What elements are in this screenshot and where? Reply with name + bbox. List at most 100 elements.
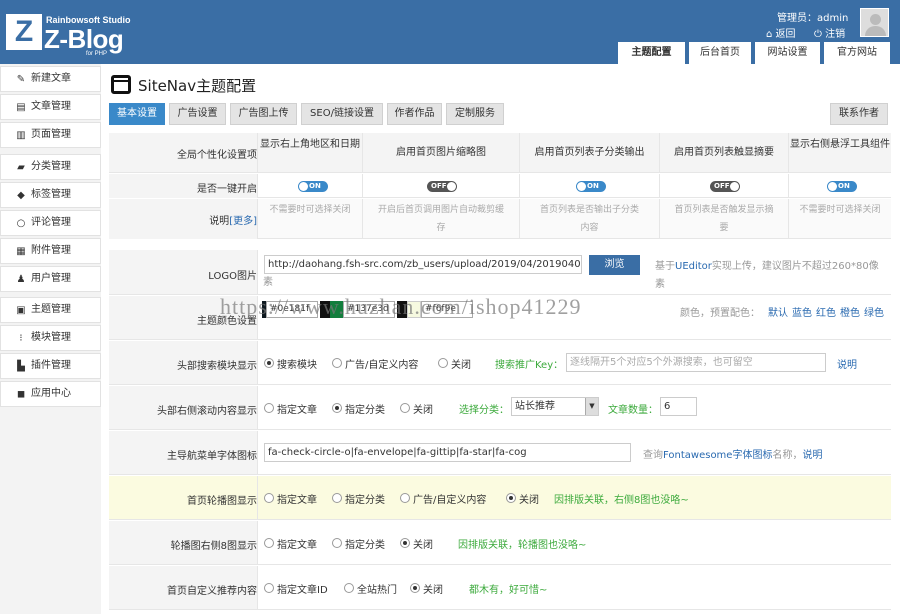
category-select[interactable]: 站长推荐 ▼: [511, 397, 599, 416]
search-key-input[interactable]: 逐线隔开5个对应5个外源搜索，也可留空: [566, 353, 826, 372]
sidebar-item-categories[interactable]: ▰ 分类管理: [0, 154, 101, 180]
toggle-switch[interactable]: OFF: [710, 181, 740, 192]
fontawesome-link[interactable]: Fontawesome字体图标: [663, 450, 772, 461]
count-input[interactable]: 6: [660, 397, 697, 416]
sidebar-label: 附件管理: [31, 245, 71, 256]
sidebar-item-new-post[interactable]: ✎ 新建文章: [0, 66, 101, 92]
radio-label: 关闭: [423, 585, 443, 596]
radio-ad-content[interactable]: [400, 493, 410, 503]
preset-blue[interactable]: 蓝色: [792, 304, 812, 319]
toggle-switch[interactable]: ON: [298, 181, 328, 192]
sidebar-label: 用户管理: [31, 273, 71, 284]
color-input-1[interactable]: #0e181f: [266, 301, 318, 318]
radio-off[interactable]: [400, 403, 410, 413]
logout-link[interactable]: ⏻ 注销: [814, 25, 845, 40]
preset-green[interactable]: 绿色: [864, 304, 884, 319]
radio-ad-content[interactable]: [332, 358, 342, 368]
ueditor-link[interactable]: UEditor: [675, 261, 712, 272]
radio-post[interactable]: [264, 538, 274, 548]
recommend-note: 都木有，好可惜~: [469, 585, 548, 596]
tab-custom[interactable]: 定制服务: [446, 103, 504, 125]
radio-search-module[interactable]: [264, 358, 274, 368]
contact-author-button[interactable]: 联系作者: [830, 103, 888, 125]
tab-ads[interactable]: 广告设置: [169, 103, 226, 125]
radio-off[interactable]: [438, 358, 448, 368]
logo-hint-tail: 素: [263, 277, 273, 288]
comment-icon: ○: [16, 218, 26, 229]
chevron-down-icon: ▼: [585, 398, 598, 415]
tab-works[interactable]: 作者作品: [387, 103, 442, 125]
sidebar-item-comments[interactable]: ○ 评论管理: [0, 210, 101, 236]
sidebar-label: 模块管理: [31, 332, 71, 343]
slider-row: 首页轮播图显示 指定文章 指定分类 广告/自定义内容 关闭 因排版关联，右侧8图…: [109, 476, 891, 520]
row-label: 全局个性化设置项: [177, 150, 257, 161]
scroll-row: 头部右侧滚动内容显示 指定文章 指定分类 关闭 选择分类： 站长推荐 ▼ 文章数量…: [109, 386, 891, 430]
tab-theme-config[interactable]: 主题配置: [618, 42, 685, 64]
radio-off[interactable]: [506, 493, 516, 503]
slider-label: 首页轮播图显示: [187, 496, 257, 507]
sidebar-label: 页面管理: [31, 129, 71, 140]
column-header: 显示右侧悬浮工具组件: [788, 133, 891, 173]
column-header: 启用首页列表触显摘要: [659, 133, 788, 173]
sidebar-label: 评论管理: [31, 217, 71, 228]
column-header: 启用首页图片缩略图: [362, 133, 519, 173]
sidebar-item-users[interactable]: ♟ 用户管理: [0, 266, 101, 292]
radio-category[interactable]: [332, 403, 342, 413]
back-link[interactable]: ⌂ 返回: [766, 25, 796, 40]
column-header: 显示右上角地区和日期: [257, 133, 362, 173]
page-title: SiteNav主题配置: [138, 77, 257, 95]
color-input-3[interactable]: #f6f9e: [421, 301, 473, 318]
tab-basic[interactable]: 基本设置: [109, 103, 165, 125]
global-settings-row: 全局个性化设置项 显示右上角地区和日期 启用首页图片缩略图 启用首页列表子分类输…: [109, 133, 891, 173]
color-swatch[interactable]: [407, 301, 421, 318]
search-label: 头部搜索模块显示: [177, 361, 257, 372]
tab-official-site[interactable]: 官方网站: [824, 42, 890, 64]
browse-button[interactable]: 浏览: [589, 255, 640, 275]
toggle-switch[interactable]: ON: [827, 181, 857, 192]
search-help-link[interactable]: 说明: [837, 356, 857, 371]
sidebar-item-pages[interactable]: ▥ 页面管理: [0, 122, 101, 148]
sidebar-item-modules[interactable]: ⁝ 模块管理: [0, 325, 101, 351]
nav-help-link[interactable]: 说明: [802, 450, 822, 461]
column-desc: 不需要时可选择关闭: [257, 199, 362, 239]
sidebar-item-posts[interactable]: ▤ 文章管理: [0, 94, 101, 120]
toggle-switch[interactable]: OFF: [427, 181, 457, 192]
radio-off[interactable]: [410, 583, 420, 593]
radio-post[interactable]: [264, 493, 274, 503]
tab-ad-upload[interactable]: 广告图上传: [230, 103, 297, 125]
avatar[interactable]: [860, 8, 889, 37]
tab-dashboard[interactable]: 后台首页: [689, 42, 751, 64]
more-link[interactable]: [更多]: [229, 216, 257, 227]
sidebar-label: 新建文章: [31, 73, 71, 84]
color-swatch[interactable]: [320, 301, 330, 318]
logo-url-input[interactable]: http://daohang.fsh-src.com/zb_users/uplo…: [264, 255, 582, 274]
nav-icon-input[interactable]: fa-check-circle-o|fa-envelope|fa-gittip|…: [264, 443, 631, 462]
sidebar-label: 分类管理: [31, 161, 71, 172]
sidebar-item-plugins[interactable]: ▙ 插件管理: [0, 353, 101, 379]
tab-site-settings[interactable]: 网站设置: [755, 42, 820, 64]
hint-text: 查询: [643, 450, 663, 461]
preset-orange[interactable]: 橙色: [840, 304, 860, 319]
sidebar-item-tags[interactable]: ◆ 标签管理: [0, 182, 101, 208]
radio-label: 广告/自定义内容: [345, 360, 419, 371]
radio-off[interactable]: [400, 538, 410, 548]
preset-default[interactable]: 默认: [768, 304, 788, 319]
preset-red[interactable]: 红色: [816, 304, 836, 319]
tab-seo[interactable]: SEO/链接设置: [301, 103, 383, 125]
toggle-switch[interactable]: ON: [576, 181, 606, 192]
radio-post[interactable]: [264, 403, 274, 413]
radio-hot[interactable]: [344, 583, 354, 593]
logo-hint: 基于UEditor实现上传，建议图片不超过260*80像素: [655, 258, 885, 294]
sidebar-item-themes[interactable]: ▣ 主题管理: [0, 297, 101, 323]
sidebar-item-attachments[interactable]: ▦ 附件管理: [0, 238, 101, 264]
radio-post-id[interactable]: [264, 583, 274, 593]
sidebar-item-app-center[interactable]: ◼ 应用中心: [0, 381, 101, 407]
radio-category[interactable]: [332, 538, 342, 548]
color-swatch[interactable]: [330, 301, 344, 318]
desc-label: 说明: [209, 216, 230, 227]
color-input-2[interactable]: #137e3d: [343, 301, 395, 318]
radio-category[interactable]: [332, 493, 342, 503]
plugin-icon: ▙: [17, 361, 25, 372]
color-swatch[interactable]: [397, 301, 407, 318]
row-label: 说明[更多]: [109, 212, 257, 227]
